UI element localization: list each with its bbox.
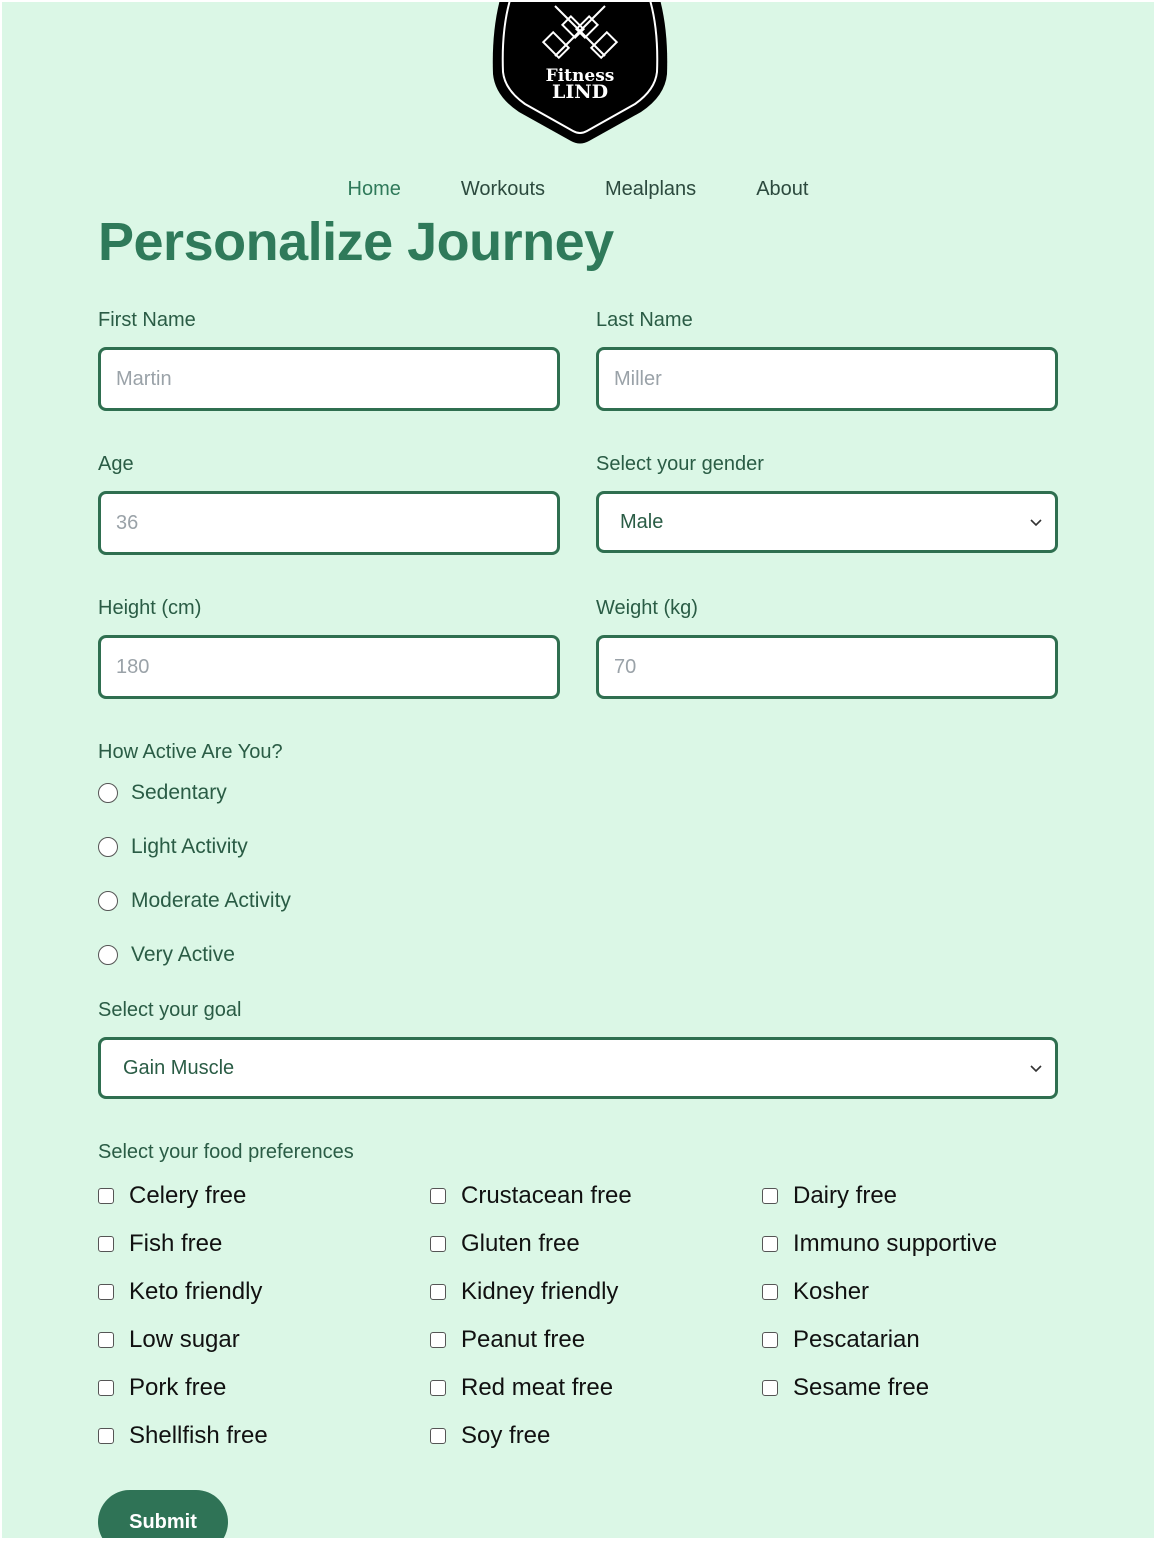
checkbox[interactable] [430, 1236, 446, 1252]
page: Fitness LIND Home Workouts Mealplans Abo… [2, 2, 1154, 1538]
food-option[interactable]: Soy free [430, 1422, 550, 1450]
checkbox[interactable] [98, 1284, 114, 1300]
gender-select[interactable]: Male [596, 491, 1058, 553]
checkbox[interactable] [430, 1380, 446, 1396]
height-field[interactable] [101, 638, 557, 696]
food-option[interactable]: Peanut free [430, 1326, 585, 1354]
age-field-wrapper [98, 491, 560, 555]
radio-label: Moderate Activity [131, 889, 291, 912]
goal-select[interactable]: Gain Muscle [98, 1037, 1058, 1099]
radio-label: Light Activity [131, 835, 248, 858]
checkbox-label: Pork free [129, 1374, 227, 1401]
activity-option-very-active[interactable]: Very Active [98, 943, 235, 967]
height-field-wrapper [98, 635, 560, 699]
food-option[interactable]: Keto friendly [98, 1278, 262, 1306]
checkbox-label: Peanut free [461, 1326, 586, 1353]
last-name-field-wrapper [596, 347, 1058, 411]
activity-option-sedentary[interactable]: Sedentary [98, 781, 227, 805]
food-option[interactable]: Dairy free [762, 1182, 897, 1210]
logo-line-2: LIND [551, 81, 609, 103]
weight-field[interactable] [599, 638, 1055, 696]
checkbox-label: Dairy free [793, 1182, 898, 1209]
checkbox[interactable] [762, 1188, 778, 1204]
nav-about[interactable]: About [726, 177, 838, 201]
checkbox[interactable] [762, 1380, 778, 1396]
checkbox-label: Immuno supportive [793, 1230, 998, 1257]
checkbox[interactable] [98, 1236, 114, 1252]
height-label: Height (cm) [98, 597, 202, 619]
fitness-lind-logo[interactable]: Fitness LIND [489, 2, 671, 148]
submit-button[interactable]: Submit [98, 1490, 228, 1538]
activity-option-light[interactable]: Light Activity [98, 835, 248, 859]
activity-option-moderate[interactable]: Moderate Activity [98, 889, 291, 913]
goal-label: Select your goal [98, 999, 242, 1021]
first-name-label: First Name [98, 309, 196, 331]
food-option[interactable]: Fish free [98, 1230, 222, 1258]
food-option[interactable]: Sesame free [762, 1374, 929, 1402]
checkbox-label: Keto friendly [129, 1278, 263, 1305]
age-field[interactable] [101, 494, 557, 552]
checkbox-label: Gluten free [461, 1230, 580, 1257]
checkbox[interactable] [762, 1284, 778, 1300]
checkbox[interactable] [430, 1428, 446, 1444]
first-name-field-wrapper [98, 347, 560, 411]
food-option[interactable]: Crustacean free [430, 1182, 632, 1210]
main-nav: Home Workouts Mealplans About [2, 177, 1154, 201]
goal-select-value: Gain Muscle [123, 1056, 235, 1079]
radio-button[interactable] [98, 891, 118, 911]
checkbox[interactable] [98, 1188, 114, 1204]
food-option[interactable]: Kosher [762, 1278, 869, 1306]
checkbox[interactable] [762, 1332, 778, 1348]
food-option[interactable]: Pescatarian [762, 1326, 920, 1354]
checkbox-label: Red meat free [461, 1374, 614, 1401]
checkbox-label: Sesame free [793, 1374, 930, 1401]
checkbox-label: Kosher [793, 1278, 870, 1305]
radio-button[interactable] [98, 945, 118, 965]
page-title: Personalize Journey [98, 212, 614, 272]
checkbox-label: Low sugar [129, 1326, 240, 1353]
weight-field-wrapper [596, 635, 1058, 699]
chevron-down-icon [1030, 1065, 1042, 1073]
food-option[interactable]: Pork free [98, 1374, 226, 1402]
nav-workouts[interactable]: Workouts [431, 177, 575, 201]
food-option[interactable]: Celery free [98, 1182, 246, 1210]
last-name-field[interactable] [599, 350, 1055, 408]
radio-button[interactable] [98, 837, 118, 857]
food-preferences-label: Select your food preferences [98, 1141, 354, 1163]
activity-label: How Active Are You? [98, 741, 283, 763]
checkbox[interactable] [98, 1428, 114, 1444]
food-option[interactable]: Immuno supportive [762, 1230, 997, 1258]
checkbox-label: Shellfish free [129, 1422, 268, 1449]
last-name-label: Last Name [596, 309, 693, 331]
checkbox-label: Celery free [129, 1182, 247, 1209]
checkbox-label: Soy free [461, 1422, 551, 1449]
checkbox[interactable] [762, 1236, 778, 1252]
checkbox[interactable] [430, 1188, 446, 1204]
radio-button[interactable] [98, 783, 118, 803]
food-option[interactable]: Low sugar [98, 1326, 240, 1354]
checkbox-label: Fish free [129, 1230, 223, 1257]
food-option[interactable]: Kidney friendly [430, 1278, 618, 1306]
checkbox[interactable] [430, 1284, 446, 1300]
checkbox-label: Pescatarian [793, 1326, 920, 1353]
food-option[interactable]: Shellfish free [98, 1422, 268, 1450]
checkbox-label: Kidney friendly [461, 1278, 619, 1305]
gender-label: Select your gender [596, 453, 764, 475]
nav-mealplans[interactable]: Mealplans [575, 177, 726, 201]
nav-home[interactable]: Home [318, 177, 431, 201]
radio-label: Very Active [131, 943, 235, 966]
gender-select-value: Male [620, 510, 664, 533]
food-option[interactable]: Red meat free [430, 1374, 613, 1402]
checkbox[interactable] [98, 1332, 114, 1348]
age-label: Age [98, 453, 134, 475]
first-name-field[interactable] [101, 350, 557, 408]
chevron-down-icon [1030, 519, 1042, 527]
checkbox-label: Crustacean free [461, 1182, 632, 1209]
weight-label: Weight (kg) [596, 597, 698, 619]
checkbox[interactable] [98, 1380, 114, 1396]
food-option[interactable]: Gluten free [430, 1230, 580, 1258]
radio-label: Sedentary [131, 781, 227, 804]
checkbox[interactable] [430, 1332, 446, 1348]
